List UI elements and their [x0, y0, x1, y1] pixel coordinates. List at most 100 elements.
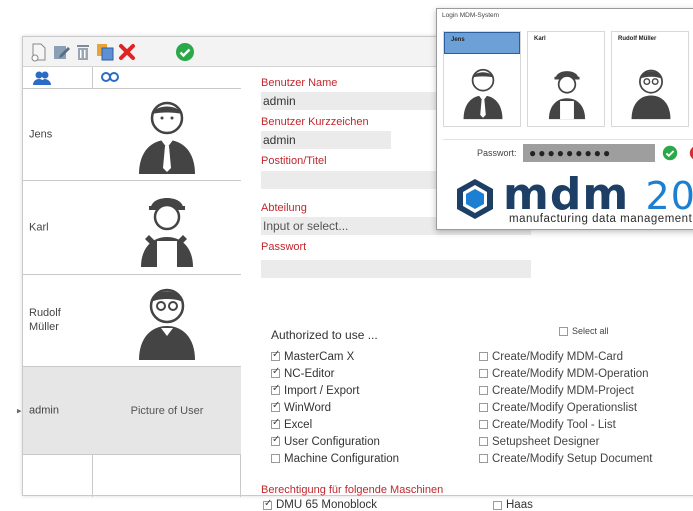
- department-label: Abteilung: [261, 202, 307, 214]
- select-all-check[interactable]: [559, 326, 568, 336]
- machine-item[interactable]: Haas: [493, 499, 533, 511]
- machine-label: DMU 65 Monoblock: [276, 499, 377, 511]
- red-circle-icon: [689, 147, 693, 159]
- permission-checkbox[interactable]: [271, 417, 280, 429]
- permission-checkbox[interactable]: [271, 400, 280, 412]
- login-user-card[interactable]: Rudolf Müller: [611, 31, 689, 127]
- trash-icon: [77, 45, 89, 60]
- confirm-button[interactable]: [175, 42, 195, 62]
- shortname-field[interactable]: admin: [261, 131, 391, 149]
- user-name: admin: [29, 404, 59, 417]
- edit-icon: [54, 46, 70, 59]
- permission-label: Create/Modify MDM-Project: [492, 384, 634, 397]
- glasses-user-icon: [93, 275, 241, 366]
- login-user-card[interactable]: Jens: [443, 31, 521, 127]
- permission-checkbox[interactable]: [271, 454, 280, 463]
- permission-item[interactable]: Create/Modify Tool - List: [479, 416, 652, 433]
- permission-item[interactable]: Create/Modify MDM-Operation: [479, 365, 652, 382]
- permission-label: User Configuration: [284, 435, 380, 448]
- remove-user-button[interactable]: [117, 42, 137, 62]
- permission-item[interactable]: User Configuration: [271, 433, 399, 450]
- login-user-list: Jens Karl Rudolf Müller: [443, 31, 693, 127]
- login-ok-button[interactable]: [662, 145, 678, 164]
- machine-item[interactable]: DMU 65 Monoblock: [263, 498, 377, 511]
- copy-icon: [97, 44, 114, 61]
- permission-label: Create/Modify Setup Document: [492, 452, 653, 465]
- permission-checkbox[interactable]: [271, 349, 280, 361]
- row-marker-icon: ▸: [17, 405, 22, 415]
- glasses-user-icon: [631, 69, 671, 120]
- authorized-title: Authorized to use ...: [271, 328, 378, 342]
- permission-item[interactable]: MasterCam X: [271, 348, 399, 365]
- delete-user-button[interactable]: [73, 42, 93, 62]
- shortname-label: Benutzer Kurzzeichen: [261, 116, 369, 128]
- permission-item[interactable]: NC-Editor: [271, 365, 399, 382]
- login-cancel-button[interactable]: [689, 145, 693, 164]
- user-name: Jens: [29, 128, 53, 141]
- permission-label: Setupsheet Designer: [492, 435, 600, 448]
- permission-item[interactable]: Create/Modify Setup Document: [479, 450, 652, 467]
- worker-user-icon: [548, 71, 586, 120]
- password-field[interactable]: [261, 260, 531, 278]
- permission-item[interactable]: Import / Export: [271, 382, 399, 399]
- permission-checkbox[interactable]: [479, 437, 488, 446]
- table-row[interactable]: Rudolf Müller: [23, 275, 241, 367]
- green-check-icon: [662, 145, 678, 161]
- permission-checkbox[interactable]: [479, 420, 488, 429]
- login-user-name: Karl: [534, 36, 546, 42]
- select-all-checkbox[interactable]: Select all: [559, 326, 609, 336]
- grid-header: [23, 67, 241, 89]
- permission-label: NC-Editor: [284, 367, 335, 380]
- table-row[interactable]: Karl: [23, 181, 241, 275]
- brand-tagline: manufacturing data management: [509, 213, 693, 225]
- password-label: Passwort: [261, 241, 307, 253]
- user-picture-placeholder: Picture of User: [93, 367, 241, 454]
- copy-user-button[interactable]: [95, 42, 115, 62]
- permission-item[interactable]: Create/Modify MDM-Card: [479, 348, 652, 365]
- machines-label: Berechtigung für folgende Maschinen: [261, 484, 444, 496]
- edit-user-button[interactable]: [51, 42, 71, 62]
- position-label: Postition/Titel: [261, 155, 327, 167]
- tie-user-icon: [93, 89, 241, 180]
- permission-label: Create/Modify Operationslist: [492, 401, 638, 414]
- permission-item[interactable]: Machine Configuration: [271, 450, 399, 467]
- mdm-cube-logo-icon: [457, 179, 493, 219]
- login-password-field[interactable]: ●●●●●●●●●: [523, 144, 655, 162]
- permission-item[interactable]: Excel: [271, 416, 399, 433]
- permission-item[interactable]: Create/Modify Operationslist: [479, 399, 652, 416]
- permission-checkbox[interactable]: [479, 386, 488, 395]
- new-user-button[interactable]: [29, 42, 49, 62]
- username-label: Benutzer Name: [261, 77, 338, 89]
- machine-checkbox[interactable]: [263, 498, 272, 510]
- permission-checkbox[interactable]: [479, 352, 488, 361]
- red-x-icon: [119, 44, 135, 60]
- brand-year: 2015: [645, 174, 693, 218]
- permission-label: Create/Modify MDM-Operation: [492, 367, 649, 380]
- table-row[interactable]: ▸ admin Picture of User: [17, 367, 241, 455]
- permissions-left: MasterCam X NC-Editor Import / Export Wi…: [271, 348, 399, 467]
- password-row: Passwort: ●●●●●●●●●: [443, 139, 693, 165]
- permission-label: MasterCam X: [284, 350, 355, 363]
- permission-item[interactable]: Create/Modify MDM-Project: [479, 382, 652, 399]
- machine-label: Haas: [506, 499, 533, 511]
- machine-checkbox[interactable]: [493, 500, 502, 510]
- permission-checkbox[interactable]: [479, 403, 488, 412]
- permission-checkbox[interactable]: [271, 383, 280, 395]
- authorization-box: Authorized to use ... Select all MasterC…: [263, 322, 693, 470]
- user-name: Karl: [29, 221, 49, 234]
- login-user-card[interactable]: Karl: [527, 31, 605, 127]
- permission-checkbox[interactable]: [271, 366, 280, 378]
- permission-item[interactable]: Setupsheet Designer: [479, 433, 652, 450]
- user-name: Rudolf Müller: [29, 306, 61, 334]
- permission-checkbox[interactable]: [479, 369, 488, 378]
- login-user-name: Jens: [444, 32, 520, 54]
- table-row[interactable]: Jens: [23, 89, 241, 181]
- permission-checkbox[interactable]: [479, 454, 488, 463]
- user-grid: Jens Karl Rudolf Müller ▸ admin Picture …: [17, 67, 241, 497]
- permission-item[interactable]: WinWord: [271, 399, 399, 416]
- username-field[interactable]: admin: [261, 92, 441, 110]
- permission-checkbox[interactable]: [271, 434, 280, 446]
- permission-label: Excel: [284, 418, 313, 431]
- link-icon[interactable]: [101, 70, 119, 87]
- users-icon[interactable]: [33, 70, 51, 89]
